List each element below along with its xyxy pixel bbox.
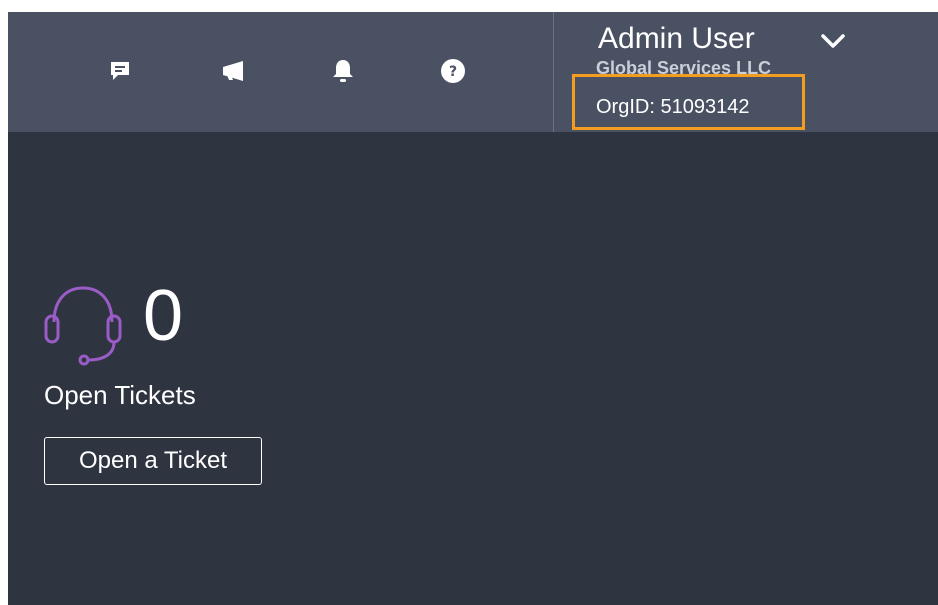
bell-icon[interactable] — [326, 54, 360, 88]
svg-text:?: ? — [449, 64, 457, 80]
megaphone-icon[interactable] — [218, 54, 252, 88]
header-divider — [553, 12, 554, 132]
top-bar: ? Admin User Global Services LLC OrgID: … — [8, 12, 938, 132]
org-id-highlight — [572, 74, 805, 130]
feedback-icon[interactable] — [103, 54, 137, 88]
help-icon[interactable]: ? — [436, 54, 470, 88]
open-tickets-count: 0 — [143, 276, 184, 356]
chevron-down-icon[interactable] — [818, 30, 848, 54]
user-name[interactable]: Admin User — [598, 22, 755, 56]
open-ticket-button[interactable]: Open a Ticket — [44, 437, 262, 485]
app-frame: ? Admin User Global Services LLC OrgID: … — [8, 12, 938, 605]
headset-icon — [38, 282, 128, 371]
open-tickets-label: Open Tickets — [44, 380, 196, 410]
